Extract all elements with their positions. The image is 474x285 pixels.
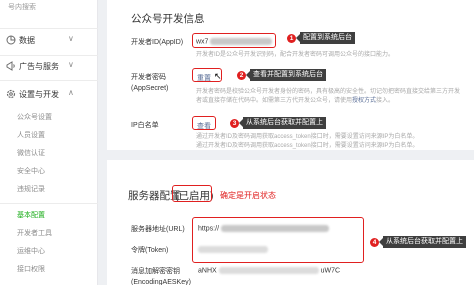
ads-icon <box>6 61 15 71</box>
appid-label: 开发者ID(AppID) <box>131 39 184 46</box>
server-fields-highlight <box>192 217 364 263</box>
annotation-tag-3: 从系统后台获取并配置上 <box>239 117 326 129</box>
url-label: 服务器地址(URL) <box>131 226 185 233</box>
step-badge-4: 4 <box>370 238 379 247</box>
sidebar-divider <box>0 28 98 29</box>
step-badge-2: 2 <box>237 71 246 80</box>
sidebar-group-label: 数据 <box>19 36 35 45</box>
sidebar-group-ads[interactable]: 广告与服务 ∨ <box>0 58 98 76</box>
settings-icon <box>6 89 16 99</box>
sidebar-divider <box>0 55 98 56</box>
annotation-tag-2: 查看并配置到系统后台 <box>246 69 326 81</box>
sidebar-item-search[interactable]: 号内搜索 <box>8 2 36 12</box>
annotation-tag-1: 配置到系统后台 <box>296 32 355 44</box>
sidebar-item-violations[interactable]: 违规记录 <box>17 184 45 194</box>
sidebar-group-label: 设置与开发 <box>19 90 59 99</box>
whitelist-label: IP白名单 <box>131 122 159 129</box>
appid-hint: 开发者ID是公众号开发识别码，配合开发者密码可调用公众号的接口能力。 <box>196 52 395 58</box>
sidebar-group-settings[interactable]: 设置与开发 ∧ <box>0 86 98 104</box>
auth-method-link[interactable]: 授权方式 <box>352 98 376 104</box>
sidebar-item-account-settings[interactable]: 公众号设置 <box>17 112 52 122</box>
annotation-tag-4: 从系统后台获取并配置上 <box>379 236 466 248</box>
data-icon <box>6 35 16 45</box>
sidebar-item-verification[interactable]: 微信认证 <box>17 148 45 158</box>
step-badge-1: 1 <box>287 34 296 43</box>
chevron-down-icon: ∨ <box>68 60 74 69</box>
sidebar-item-api-perms[interactable]: 接口权限 <box>17 264 45 274</box>
aes-key-label: 消息加解密密钥(EncodingAESKey) <box>131 268 191 285</box>
aes-key-start: aNHX <box>198 267 217 275</box>
aes-key-end: uW7C <box>320 267 341 275</box>
sidebar-divider <box>0 80 98 81</box>
secret-label: 开发者密码(AppSecret) <box>131 74 169 92</box>
sidebar-item-ops[interactable]: 运维中心 <box>17 246 45 256</box>
status-highlight <box>172 185 212 202</box>
aes-key-value: aNHX uW7C <box>198 267 340 274</box>
sidebar-item-basic-config[interactable]: 基本配置 <box>17 210 45 220</box>
status-note: 确定是开启状态 <box>220 191 276 200</box>
sidebar-item-security[interactable]: 安全中心 <box>17 166 45 176</box>
aes-key-redacted <box>218 267 319 274</box>
token-label: 令牌(Token) <box>131 247 169 254</box>
whitelist-highlight <box>192 116 216 130</box>
sidebar-item-staff[interactable]: 人员设置 <box>17 130 45 140</box>
section-divider <box>98 150 474 160</box>
sidebar-group-label: 广告与服务 <box>19 62 59 71</box>
secret-hint-line-1: 开发者密码是校验公众号开发者身份的密码，具有极高的安全性。切记勿把密码直接交给第… <box>196 89 455 95</box>
chevron-up-icon: ∧ <box>68 88 74 97</box>
mouse-cursor-icon: ↖ <box>214 71 222 81</box>
step-badge-3: 3 <box>230 119 239 128</box>
sidebar-group-data[interactable]: 数据 ∨ <box>0 32 98 50</box>
chevron-down-icon: ∨ <box>68 34 74 43</box>
sidebar: 号内搜索 数据 ∨ 广告与服务 ∨ 设置与开发 ∧ 公众号设置 人员设置 微信认… <box>0 0 98 285</box>
sidebar-divider <box>0 203 98 204</box>
secret-hint-line-3: 接入。 <box>376 98 395 104</box>
whitelist-hint: 通过开发者ID及密码调用获取access_token接口时，需要设置访问来源IP… <box>196 134 419 140</box>
secret-hint: 开发者密码是校验公众号开发者身份的密码，具有极高的安全性。切记勿把密码直接交给第… <box>196 88 466 106</box>
appid-highlight <box>192 33 276 48</box>
whitelist-hint-2: 通过开发者ID及密码调用获取access_token接口时，需要设置访问来源IP… <box>196 143 419 149</box>
dev-info-title: 公众号开发信息 <box>131 13 205 25</box>
sidebar-item-dev-tools[interactable]: 开发者工具 <box>17 228 52 238</box>
